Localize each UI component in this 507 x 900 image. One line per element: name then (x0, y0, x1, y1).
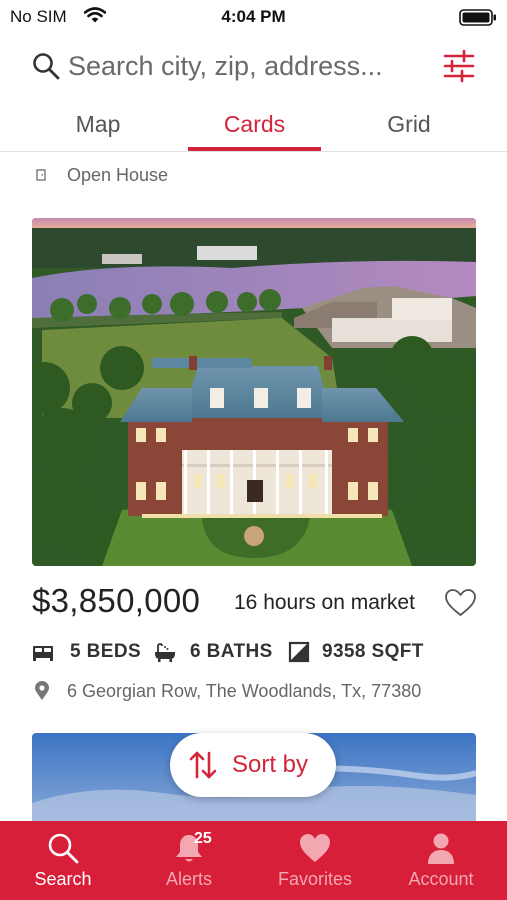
bathtub-icon (155, 643, 175, 662)
open-house-label: Open House (67, 165, 169, 185)
sqft-count: 9358 SQFT (322, 641, 424, 662)
tab-map[interactable]: Map (34, 98, 162, 152)
nav-favorites-label: Favorites (277, 869, 353, 889)
search-icon (33, 53, 60, 80)
bed-icon (33, 646, 53, 661)
search-bar (0, 44, 507, 94)
listing-photo[interactable] (32, 218, 476, 566)
nav-alerts-label: Alerts (165, 869, 212, 889)
tab-grid[interactable]: Grid (345, 98, 473, 152)
nav-favorites[interactable]: Favorites (252, 821, 378, 900)
nav-account[interactable]: Account (378, 821, 504, 900)
nav-search-label: Search (34, 869, 92, 889)
address-text: 6 Georgian Row, The Woodlands, Tx, 77380 (67, 681, 422, 701)
location-pin-icon (35, 681, 49, 700)
search-icon (48, 833, 79, 864)
search-input[interactable] (68, 48, 428, 84)
active-tab-indicator (188, 147, 321, 151)
nav-alerts[interactable]: 25 Alerts (126, 821, 252, 900)
market-time: 16 hours on market (234, 591, 415, 614)
favorite-heart-icon[interactable] (444, 588, 477, 618)
sort-arrows-icon (189, 751, 217, 779)
bottom-tab-bar: Search 25 Alerts Favorites Account (0, 821, 507, 900)
tab-cards[interactable]: Cards (188, 98, 321, 152)
status-time: 4:04 PM (221, 7, 286, 26)
status-bar: No SIM 4:04 PM (0, 0, 507, 34)
nav-account-label: Account (408, 869, 474, 889)
listing-price: $3,850,000 (32, 582, 201, 619)
listing-address: 6 Georgian Row, The Woodlands, Tx, 77380 (32, 679, 472, 705)
alerts-badge: 25 (194, 830, 212, 847)
sort-by-button[interactable]: Sort by (170, 733, 336, 797)
view-tabs: Map Cards Grid (0, 98, 507, 152)
nav-search[interactable]: Search (0, 821, 126, 900)
person-icon (428, 833, 454, 864)
sort-by-label: Sort by (232, 751, 309, 778)
listing-stats: 5 BEDS 6 BATHS 9358 SQFT (32, 638, 472, 666)
filter-sliders-icon[interactable] (442, 49, 476, 83)
heart-icon (300, 834, 330, 862)
battery-icon (459, 9, 496, 26)
baths-count: 6 BATHS (190, 641, 273, 662)
beds-count: 5 BEDS (70, 641, 142, 662)
area-icon (288, 641, 310, 663)
door-icon (36, 169, 46, 181)
